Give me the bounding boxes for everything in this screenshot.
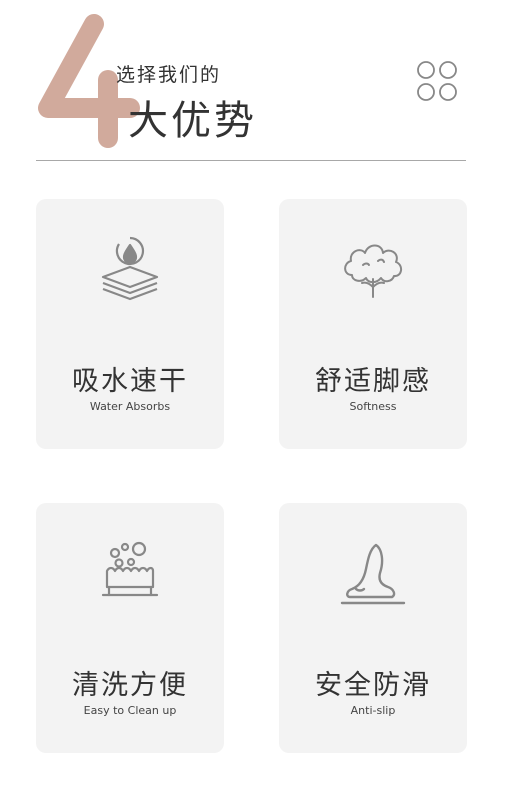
feature-card-softness: 舒适脚感 Softness bbox=[279, 199, 467, 449]
feature-card-easy-to-clean: 清洗方便 Easy to Clean up bbox=[36, 503, 224, 753]
header-divider bbox=[36, 160, 466, 161]
foot-icon bbox=[340, 543, 406, 605]
feature-subtitle: Easy to Clean up bbox=[83, 704, 177, 717]
header-subtitle: 选择我们的 bbox=[116, 64, 222, 86]
feature-title: 安全防滑 bbox=[315, 670, 431, 701]
feature-title: 清洗方便 bbox=[72, 670, 188, 701]
soap-bubbles-icon bbox=[101, 541, 159, 597]
feature-subtitle: Water Absorbs bbox=[89, 400, 171, 413]
cotton-plant-icon bbox=[344, 244, 402, 298]
feature-card-anti-slip: 安全防滑 Anti-slip bbox=[279, 503, 467, 753]
feature-subtitle: Anti-slip bbox=[350, 704, 396, 717]
water-drop-layers-icon bbox=[101, 236, 159, 301]
feature-title: 舒适脚感 bbox=[315, 366, 431, 397]
header-title: 大优势 bbox=[128, 98, 257, 144]
feature-card-water-absorbs: 吸水速干 Water Absorbs bbox=[36, 199, 224, 449]
header: 4 选择我们的 大优势 bbox=[0, 0, 505, 165]
feature-subtitle: Softness bbox=[349, 400, 397, 413]
feature-title: 吸水速干 bbox=[72, 366, 188, 397]
grid-menu-icon[interactable] bbox=[416, 60, 458, 102]
